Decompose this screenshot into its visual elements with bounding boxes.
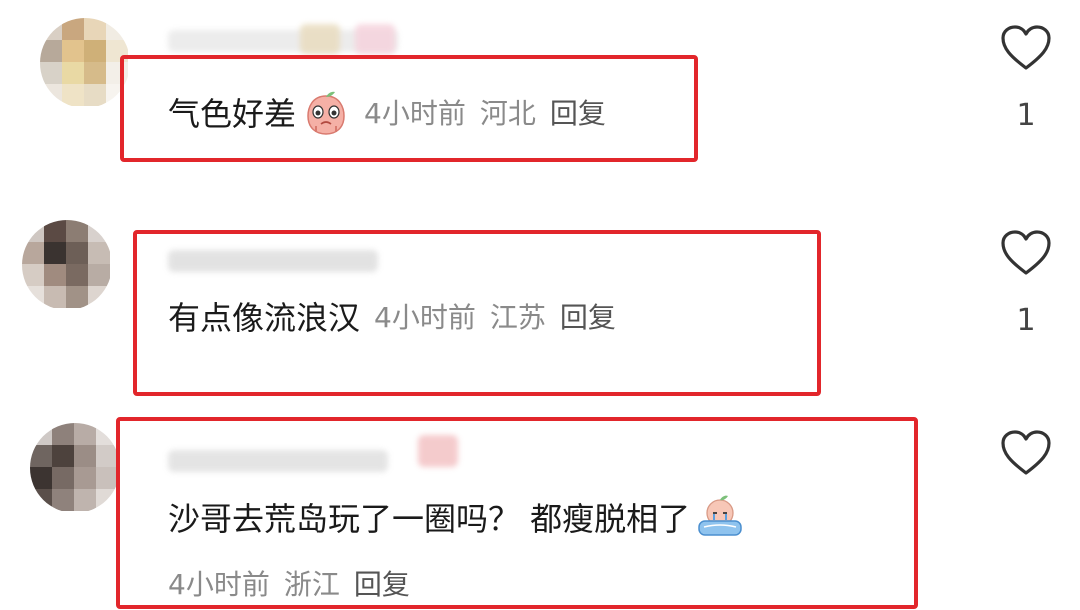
like-count: 1: [1016, 303, 1036, 338]
avatar[interactable]: [22, 220, 112, 310]
like-count: 1: [1016, 98, 1036, 133]
avatar[interactable]: [40, 18, 130, 108]
highlight-box: [116, 417, 918, 609]
comment-3: 沙哥去荒岛玩了一圈吗？ 都瘦脱相了 4小时前 浙江 回复: [0, 405, 1080, 610]
username-badge-blurred: [355, 24, 395, 54]
highlight-box: [133, 230, 821, 396]
like-button[interactable]: [998, 429, 1054, 503]
highlight-box: [120, 55, 698, 162]
heart-icon: [1001, 430, 1051, 475]
comment-1: 气色好差 4小时前 河北 回复 1: [0, 0, 1080, 200]
username-badge-blurred: [300, 24, 340, 54]
heart-icon: [1001, 25, 1051, 70]
comment-2: 有点像流浪汉 4小时前 江苏 回复 1: [0, 205, 1080, 400]
like-button[interactable]: 1: [998, 24, 1054, 133]
avatar[interactable]: [30, 423, 120, 513]
heart-icon: [1001, 230, 1051, 275]
like-button[interactable]: 1: [998, 229, 1054, 338]
